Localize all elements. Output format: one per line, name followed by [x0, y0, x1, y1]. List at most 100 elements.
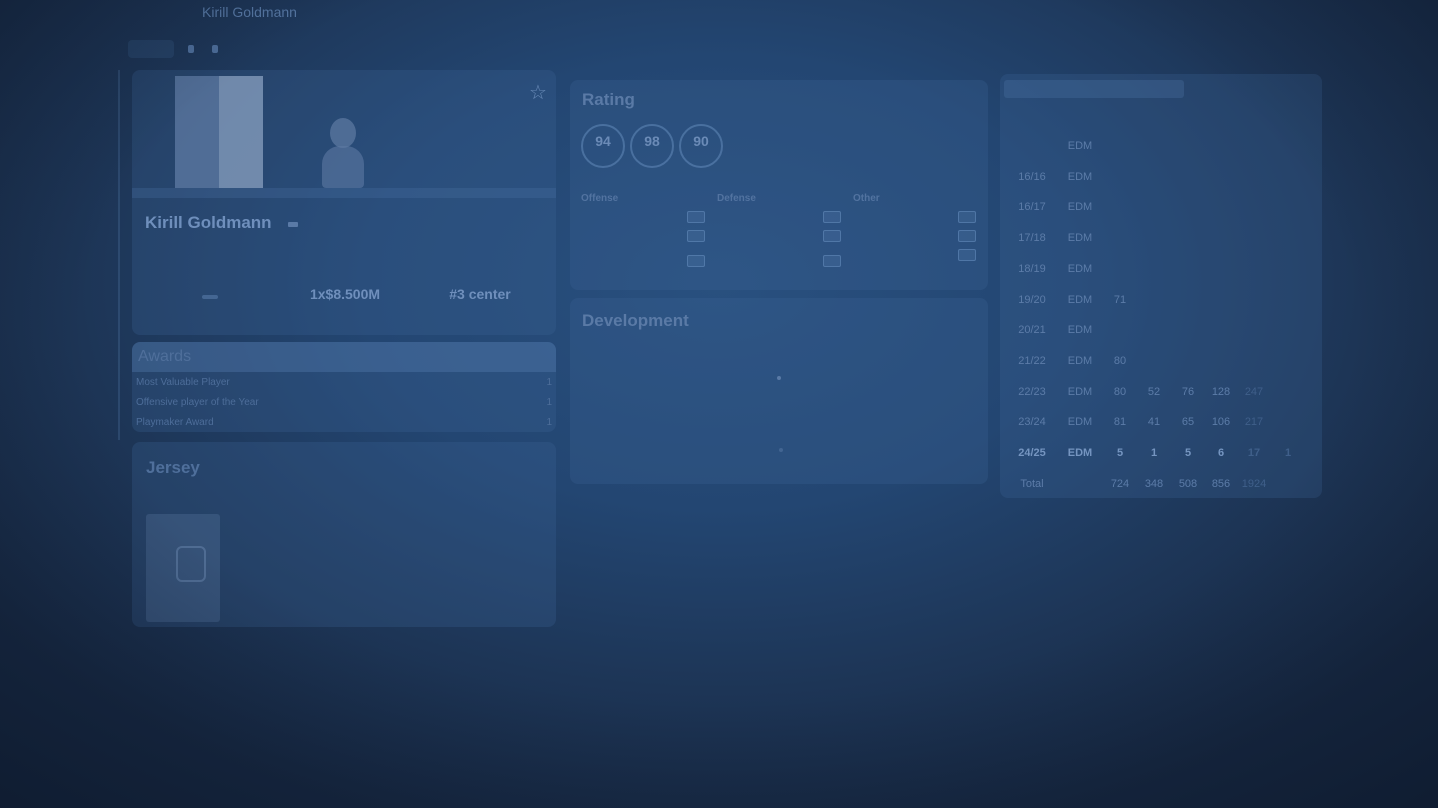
rating-category-defense: Defense	[717, 193, 756, 204]
divider	[118, 70, 120, 440]
award-row: Most Valuable Player 1	[136, 377, 552, 388]
rating-value-box	[958, 211, 976, 223]
header-links	[128, 40, 222, 58]
rating-category-offense: Offense	[581, 193, 619, 204]
cell-gp: 71	[1113, 293, 1127, 306]
cell-pim: 1924	[1241, 477, 1267, 490]
rating-circle: 90	[679, 124, 723, 168]
team-logo	[175, 76, 263, 188]
cell-team[interactable]: EDM	[1054, 386, 1106, 398]
table-row: 23/24 EDM 81 41 65 106 217	[1004, 416, 1324, 436]
awards-card: Awards Most Valuable Player 1 Offensive …	[132, 342, 556, 432]
cell-p: 6	[1217, 447, 1225, 459]
rating-value: 94	[595, 133, 611, 149]
rating-circle: 98	[630, 124, 674, 168]
document-icon	[188, 45, 194, 53]
cell-team[interactable]: EDM	[1054, 294, 1106, 306]
cell-team[interactable]: EDM	[1054, 324, 1106, 336]
cell-pm: 1	[1284, 447, 1292, 459]
cell-season: 21/22	[1018, 354, 1046, 367]
table-header-row	[1004, 112, 1324, 132]
cell-season: Total	[1020, 477, 1044, 490]
award-name: Offensive player of the Year	[136, 397, 259, 408]
cell-p: 106	[1211, 416, 1231, 429]
player-photo	[318, 112, 368, 188]
edit-icon[interactable]	[288, 222, 298, 227]
cell-a: 5	[1184, 447, 1192, 459]
rating-value-box	[687, 230, 705, 242]
rating-value-box	[823, 211, 841, 223]
jersey-number-outline	[176, 546, 206, 582]
cell-season: 24/25	[1018, 447, 1046, 459]
cell-season: 19/20	[1018, 293, 1046, 306]
table-row: 21/22 EDM 80	[1004, 355, 1324, 375]
table-row: 22/23 EDM 80 52 76 128 247	[1004, 386, 1324, 406]
cell-team[interactable]: EDM	[1054, 416, 1106, 428]
stats-tabs[interactable]	[1004, 80, 1184, 98]
rank-value: #3 center	[449, 286, 511, 302]
cell-pim: 17	[1247, 447, 1261, 459]
contract-value: 1x$8.500M	[309, 286, 381, 302]
rating-value-box	[958, 230, 976, 242]
rating-title: Rating	[582, 90, 635, 109]
cell-a: 508	[1178, 477, 1198, 490]
contract-stat: 1x$8.500M	[290, 286, 400, 308]
cell-g: 41	[1147, 416, 1161, 429]
cell-p: 128	[1211, 385, 1231, 398]
table-total-row: Total 724 348 508 856 1924	[1004, 478, 1324, 498]
rating-value-box	[958, 249, 976, 261]
rating-category-other: Other	[853, 193, 880, 204]
cell-g: 1	[1150, 447, 1158, 459]
cell-team[interactable]: EDM	[1054, 140, 1106, 152]
cell-gp: 81	[1113, 416, 1127, 429]
table-row: 17/18 EDM	[1004, 232, 1324, 252]
cell-season: 18/19	[1018, 262, 1046, 275]
cell-team[interactable]: EDM	[1054, 263, 1106, 275]
header-link-2[interactable]	[212, 45, 222, 53]
cell-gp: 80	[1113, 385, 1127, 398]
cell-season: 16/17	[1018, 201, 1046, 214]
cell-g: 52	[1147, 385, 1161, 398]
rating-card	[570, 80, 988, 290]
table-row: 16/16 EDM	[1004, 171, 1324, 191]
cell-pim: 217	[1244, 416, 1264, 429]
cell-season: 22/23	[1018, 385, 1046, 398]
status-pill	[202, 295, 218, 299]
cell-gp: 724	[1110, 477, 1130, 490]
rating-value: 90	[693, 133, 709, 149]
cell-team[interactable]: EDM	[1054, 201, 1106, 213]
header-link-1[interactable]	[188, 45, 198, 53]
rank-stat: #3 center	[425, 286, 535, 308]
cell-p: 856	[1211, 477, 1231, 490]
cell-team[interactable]: EDM	[1054, 447, 1106, 459]
table-row: 18/19 EDM	[1004, 263, 1324, 283]
cell-pim: 247	[1244, 385, 1264, 398]
cell-season: 23/24	[1018, 416, 1046, 429]
award-count: 1	[546, 417, 552, 428]
rating-value-box	[687, 211, 705, 223]
award-row: Offensive player of the Year 1	[136, 397, 552, 408]
award-count: 1	[546, 377, 552, 388]
favorite-star-icon[interactable]: ☆	[529, 82, 551, 104]
award-name: Playmaker Award	[136, 417, 214, 428]
table-row: EDM	[1004, 140, 1324, 160]
photo-divider	[132, 188, 556, 198]
development-title: Development	[582, 311, 689, 330]
development-marker	[779, 448, 783, 452]
award-count: 1	[546, 397, 552, 408]
rating-value-box	[823, 255, 841, 267]
cell-team[interactable]: EDM	[1054, 355, 1106, 367]
rating-value-box	[687, 255, 705, 267]
cell-gp: 80	[1113, 354, 1127, 367]
cell-season: 17/18	[1018, 232, 1046, 245]
table-row: 16/17 EDM	[1004, 201, 1324, 221]
award-name: Most Valuable Player	[136, 377, 230, 388]
cell-a: 65	[1181, 416, 1195, 429]
table-row: 20/21 EDM	[1004, 324, 1324, 344]
cell-team[interactable]: EDM	[1054, 171, 1106, 183]
table-row: 24/25 EDM 5 1 5 6 17 1	[1004, 447, 1324, 467]
cell-team[interactable]: EDM	[1054, 232, 1106, 244]
back-button[interactable]	[128, 40, 174, 58]
rating-value-box	[823, 230, 841, 242]
cell-gp: 5	[1116, 447, 1124, 459]
